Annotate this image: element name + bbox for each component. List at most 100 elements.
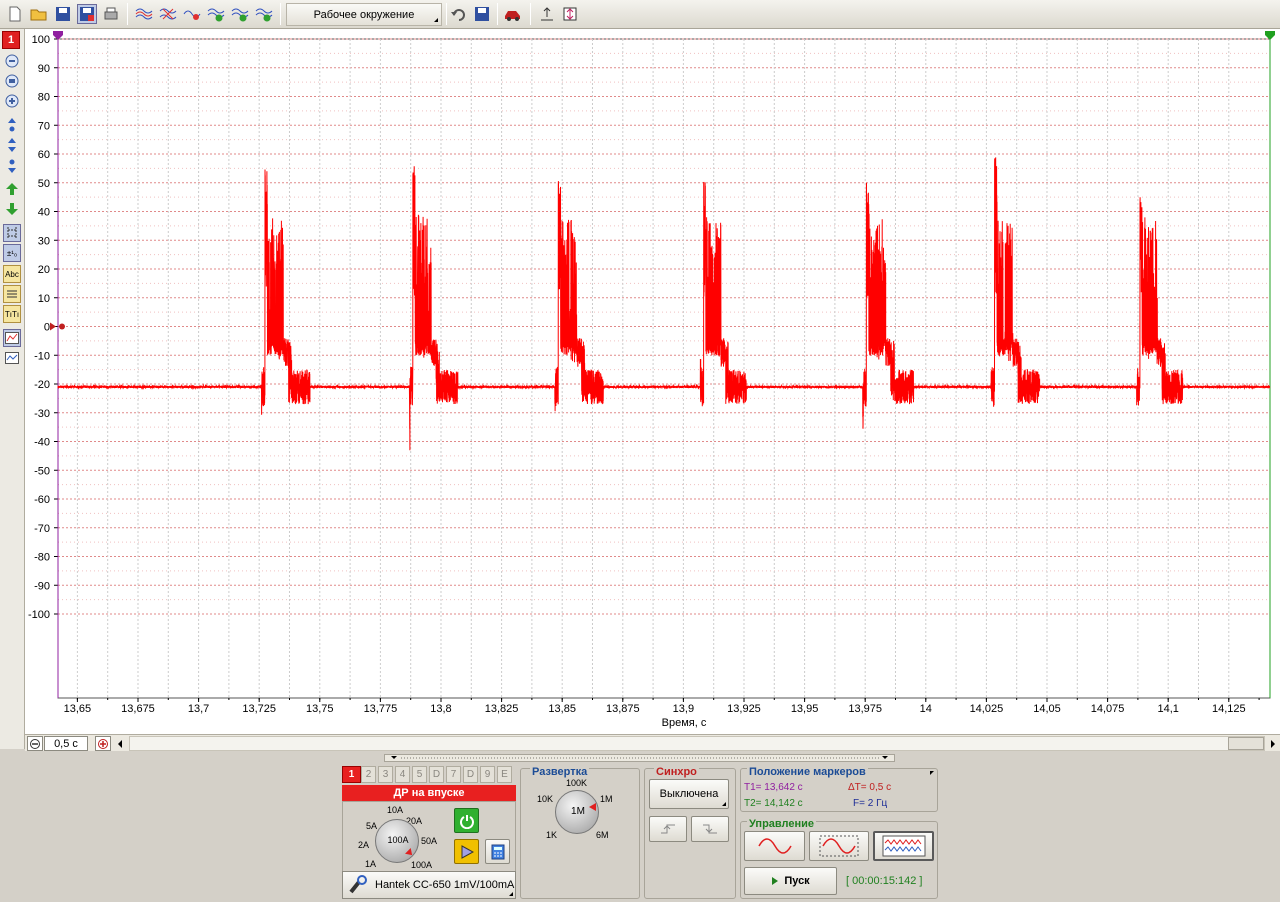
chart-view-icon[interactable] (3, 349, 21, 367)
channel-badge[interactable]: 1 (2, 31, 20, 49)
workspace-dropdown[interactable]: Рабочее окружение (286, 3, 442, 26)
recorder-icon (882, 835, 925, 857)
chart-mode-icon[interactable] (3, 329, 21, 347)
scroll-right-button[interactable] (1266, 736, 1280, 751)
new-file-icon[interactable] (5, 4, 25, 24)
x-tick-label: 13,675 (121, 703, 155, 715)
x-tick-label: 13,825 (485, 703, 519, 715)
car-icon[interactable] (503, 4, 523, 24)
control-title: Управление (747, 818, 817, 830)
channel-tab-5[interactable]: 5 (412, 766, 427, 783)
marker-delta-t: ΔT= 0,5 с (848, 782, 892, 793)
markers-title: Положение маркеров (747, 766, 868, 778)
sync-mode-label: Выключена (659, 788, 719, 800)
y-tick-label: -10 (34, 350, 50, 362)
save-settings-icon[interactable] (472, 4, 492, 24)
scale-mid-icon[interactable] (3, 136, 21, 154)
oscillogram-chart[interactable]: 100 90 80 70 60 50 40 30 20 10 0 -10 -20 -30 -40 -50 -60… (25, 29, 1280, 734)
save-as-icon[interactable] (77, 4, 97, 24)
x-tick-label: 13,65 (64, 703, 92, 715)
zoom-out-icon[interactable] (3, 52, 21, 70)
single-wave-button[interactable] (744, 831, 805, 861)
x-tick-label: 13,925 (727, 703, 761, 715)
current-clamp-icon (349, 875, 367, 894)
x-tick-label: 13,975 (848, 703, 882, 715)
x-tick-label: 13,725 (242, 703, 276, 715)
channel-tab-3[interactable]: 3 (378, 766, 393, 783)
zoom-decrease-button[interactable] (27, 736, 43, 751)
scale-up-icon[interactable] (3, 116, 21, 134)
text-label-icon[interactable]: Abc (3, 265, 21, 283)
y-tick-label: -60 (34, 494, 50, 506)
print-icon[interactable] (101, 4, 121, 24)
x-tick-label: 13,8 (430, 703, 451, 715)
scroll-track[interactable] (129, 736, 1265, 751)
scale-down-icon[interactable] (3, 157, 21, 175)
time-scroll-bar: 0,5 с (25, 734, 1280, 751)
panel-collapse-bar[interactable] (384, 754, 895, 762)
y-tick-label: 30 (38, 235, 50, 247)
sine-wave-icon (757, 838, 792, 854)
cursor-grid-icon[interactable] (3, 224, 21, 242)
channel-tab-8[interactable]: D (463, 766, 478, 783)
channel-tab-6[interactable]: D (429, 766, 444, 783)
y-tick-label: 90 (38, 63, 50, 75)
scroll-thumb[interactable] (1228, 737, 1264, 750)
channel-tab-1[interactable]: 1 (342, 766, 361, 783)
wave-c-icon[interactable] (182, 4, 202, 24)
range-knob[interactable]: 100A (375, 819, 419, 863)
continuous-wave-button[interactable] (809, 831, 869, 861)
markers-icon[interactable] (3, 285, 21, 303)
channel-tab-9[interactable]: 9 (480, 766, 495, 783)
cursor-numbers-icon[interactable]: ±¹₀ (3, 244, 21, 262)
zoom-fit-icon[interactable] (537, 4, 557, 24)
wave-e-icon[interactable] (230, 4, 250, 24)
wave-a-icon[interactable] (134, 4, 154, 24)
x-tick-label: 13,775 (364, 703, 398, 715)
channel-tab-2[interactable]: 2 (361, 766, 376, 783)
save-icon[interactable] (53, 4, 73, 24)
zoom-center-icon[interactable] (560, 4, 580, 24)
x-tick-label: 14,05 (1033, 703, 1061, 715)
wave-b-icon[interactable] (158, 4, 178, 24)
recorder-mode-button[interactable] (873, 831, 934, 861)
wave-d-icon[interactable] (206, 4, 226, 24)
zoom-reset-icon[interactable] (3, 72, 21, 90)
x-axis-label: Время, с (662, 717, 707, 729)
y-tick-label: 100 (32, 34, 50, 46)
channel-tab-7[interactable]: 7 (446, 766, 461, 783)
wave-f-icon[interactable] (254, 4, 274, 24)
left-toolbar: 1 ±¹₀ Abc TıTı (0, 29, 25, 749)
zoom-increase-button[interactable] (95, 736, 111, 751)
sweep-knob[interactable]: 1M (555, 790, 599, 834)
calculator-button[interactable] (485, 839, 510, 864)
rising-edge-icon (661, 824, 675, 834)
knob-label-50a: 50A (421, 836, 438, 846)
channel-title: ДР на впуске (342, 785, 516, 801)
zoom-in-icon[interactable] (3, 92, 21, 110)
shift-down-icon[interactable] (3, 200, 21, 218)
probe-settings-button[interactable] (454, 839, 479, 864)
scroll-left-button[interactable] (113, 736, 127, 751)
sweep-label-100k: 100K (566, 778, 588, 788)
channel-tab-10[interactable]: E (497, 766, 512, 783)
probe-selector[interactable]: Hantek CC-650 1mV/100mA (342, 871, 516, 899)
start-button[interactable]: Пуск (744, 867, 837, 895)
open-folder-icon[interactable] (29, 4, 49, 24)
knob-label-5a: 5A (366, 821, 378, 831)
zero-level-marker (50, 322, 56, 331)
shift-up-icon[interactable] (3, 180, 21, 198)
knob-label-1a: 1A (365, 859, 377, 869)
falling-edge-button[interactable] (691, 816, 729, 842)
y-tick-label: -50 (34, 465, 50, 477)
text-style-icon[interactable]: TıTı (3, 305, 21, 323)
channel-tab-4[interactable]: 4 (395, 766, 410, 783)
y-tick-label: -40 (34, 437, 50, 449)
sync-mode-button[interactable]: Выключена (649, 779, 729, 809)
channel-panel: 12345D7D9E ДР на впуске 10A 20A 5A 50A 2… (342, 766, 516, 899)
marker-frequency: F= 2 Гц (853, 798, 888, 809)
start-label: Пуск (784, 875, 810, 887)
undo-icon[interactable] (449, 4, 469, 24)
power-button[interactable] (454, 808, 479, 833)
rising-edge-button[interactable] (649, 816, 687, 842)
